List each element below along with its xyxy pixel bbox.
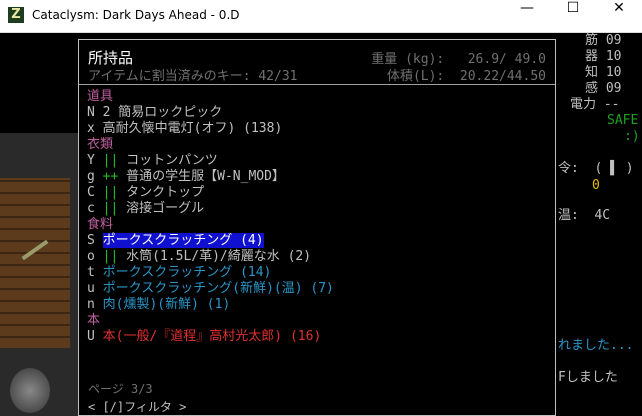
- item-name: コットンパンツ: [126, 153, 218, 168]
- inventory-dialog: 所持品 アイテムに割当済みのキー: 42/31 重量 (kg): 26.9/ 4…: [78, 39, 556, 416]
- sidebar-value: 0: [592, 178, 600, 193]
- item-hotkey: u: [87, 281, 103, 296]
- inventory-category: 衣類: [87, 137, 114, 152]
- item-hotkey: o: [87, 249, 103, 264]
- page-indicator: ページ 3/3: [88, 382, 153, 396]
- item-hotkey: U: [87, 329, 103, 344]
- header-divider: [79, 84, 555, 85]
- item-name: ポークスクラッチング(新鮮)(温) (7): [102, 281, 334, 296]
- inventory-item[interactable]: c || 溶接ゴーグル: [87, 201, 334, 217]
- item-condition-mark: ||: [102, 153, 127, 168]
- message-log-1: れました...: [558, 338, 634, 353]
- inventory-item[interactable]: g ++ 普通の学生服【W-N_MOD】: [87, 169, 334, 185]
- item-name: 本(一般/『道程』高村光太郎) (16): [102, 329, 322, 344]
- item-hotkey: Y: [87, 153, 103, 168]
- item-name: 溶接ゴーグル: [126, 201, 205, 216]
- item-hotkey: g: [87, 169, 103, 184]
- inventory-item[interactable]: u ポークスクラッチング(新鮮)(温) (7): [87, 281, 334, 297]
- item-name: 2 簡易ロックピック: [102, 105, 223, 120]
- stat-dex: 器 10: [585, 49, 622, 64]
- inventory-category: 本: [87, 313, 101, 328]
- item-name: ポークスクラッチング (4): [102, 233, 264, 248]
- game-viewport[interactable]: 筋 09 器 10 知 10 感 09 電力 -- SAFE :) 令: ( ▌…: [0, 33, 642, 416]
- stat-power: 電力 --: [570, 97, 620, 112]
- inventory-item[interactable]: x 高耐久懐中電灯(オフ) (138): [87, 121, 334, 137]
- minimize-button[interactable]: —: [504, 0, 550, 32]
- close-button[interactable]: ✕: [596, 0, 642, 32]
- mood-face: :): [624, 129, 640, 144]
- item-hotkey: t: [87, 265, 103, 280]
- item-hotkey: C: [87, 185, 103, 200]
- inventory-item[interactable]: Y || コットンパンツ: [87, 153, 334, 169]
- item-name: 水筒(1.5L/革)/綺麗な水 (2): [126, 249, 312, 264]
- stat-per: 感 09: [585, 81, 622, 96]
- item-hotkey: c: [87, 201, 103, 216]
- volume-readout: 体積(L): 20.22/44.50: [386, 69, 546, 84]
- item-hotkey: S: [87, 233, 103, 248]
- item-name: ポークスクラッチング (14): [102, 265, 272, 280]
- item-hotkey: x: [87, 121, 103, 136]
- filter-hint[interactable]: < [/]フィルタ >: [88, 398, 187, 415]
- sidebar-status-row: 令: ( ▌ ): [558, 161, 634, 176]
- brick-wall: [0, 178, 70, 348]
- stat-str: 筋 09: [585, 33, 622, 48]
- item-name: 高耐久懐中電灯(オフ) (138): [102, 121, 283, 136]
- inventory-item[interactable]: t ポークスクラッチング (14): [87, 265, 334, 281]
- item-condition-mark: ||: [102, 201, 127, 216]
- window-title: Cataclysm: Dark Days Ahead - 0.D: [32, 8, 240, 22]
- item-name: 普通の学生服【W-N_MOD】: [126, 169, 285, 184]
- inventory-category: 食料: [87, 217, 114, 232]
- message-log-2: Fしました: [558, 370, 618, 385]
- item-hotkey: N: [87, 105, 103, 120]
- inventory-item[interactable]: N 2 簡易ロックピック: [87, 105, 334, 121]
- item-name: 肉(燻製)(新鮮) (1): [102, 297, 231, 312]
- window-titlebar: Z Cataclysm: Dark Days Ahead - 0.D — ☐ ✕: [0, 0, 642, 33]
- inventory-item[interactable]: C || タンクトップ: [87, 185, 334, 201]
- item-condition-mark: ++: [102, 169, 127, 184]
- safe-mode-indicator: SAFE: [607, 113, 639, 128]
- assigned-keys-count: アイテムに割当済みのキー: 42/31: [88, 69, 298, 84]
- item-condition-mark: ||: [102, 185, 127, 200]
- inventory-list: 道具 N 2 簡易ロックピック x 高耐久懐中電灯(オフ) (138) 衣類 Y || …: [87, 89, 334, 345]
- maximize-button[interactable]: ☐: [550, 0, 596, 32]
- app-icon: Z: [8, 7, 24, 23]
- rubble-tile: [10, 368, 50, 413]
- inventory-category: 道具: [87, 89, 114, 104]
- inventory-item[interactable]: o || 水筒(1.5L/革)/綺麗な水 (2): [87, 249, 334, 265]
- stat-int: 知 10: [585, 65, 622, 80]
- inventory-item[interactable]: S ポークスクラッチング (4): [87, 233, 334, 249]
- item-name: タンクトップ: [126, 185, 205, 200]
- item-hotkey: n: [87, 297, 103, 312]
- item-condition-mark: ||: [102, 249, 127, 264]
- temperature-row: 温: 4C: [558, 208, 611, 223]
- inventory-item[interactable]: U 本(一般/『道程』高村光太郎) (16): [87, 329, 334, 345]
- inventory-item[interactable]: n 肉(燻製)(新鮮) (1): [87, 297, 334, 313]
